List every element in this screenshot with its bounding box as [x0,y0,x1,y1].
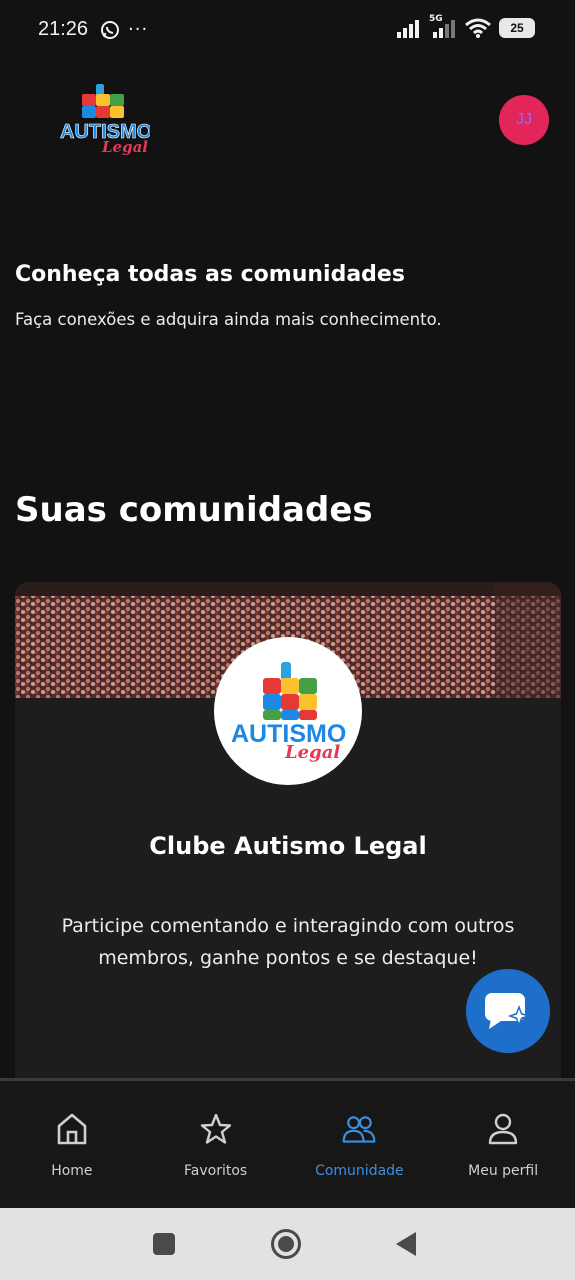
community-icon [341,1109,377,1149]
bottom-navigation: Home Favoritos Comunidade Meu perfil [0,1078,575,1208]
home-icon [54,1109,90,1149]
whatsapp-icon [101,20,119,39]
more-notifications-icon: ··· [128,19,149,40]
status-system-icons: 5G 25 [397,14,535,38]
nav-label-meu-perfil: Meu perfil [468,1163,539,1179]
status-time: 21:26 [38,18,89,40]
signal-5g-icon: 5G [429,14,457,38]
section-title: Suas comunidades [15,490,373,530]
logo-text-sub: Legal [101,138,148,156]
back-icon[interactable] [396,1232,416,1256]
avatar[interactable]: JJ [499,95,549,145]
chat-sparkle-icon [485,993,530,1029]
nav-item-meu-perfil[interactable]: Meu perfil [431,1081,575,1208]
chat-fab-button[interactable] [466,969,550,1053]
battery-indicator: 25 [499,18,535,38]
community-title[interactable]: Clube Autismo Legal [15,832,561,860]
nav-item-home[interactable]: Home [0,1081,144,1208]
app-logo[interactable]: AUTISMO Legal [58,80,153,158]
wifi-icon [465,18,491,38]
nav-item-favoritos[interactable]: Favoritos [144,1081,288,1208]
nav-label-home: Home [51,1163,93,1179]
home-button-icon[interactable] [271,1229,301,1259]
system-navigation-bar [0,1208,575,1280]
signal-icon [397,20,419,38]
nav-label-comunidade: Comunidade [315,1163,404,1179]
profile-icon [485,1109,521,1149]
status-bar: 21:26 ··· 5G 25 [0,0,575,60]
intro-title[interactable]: Conheça todas as comunidades [15,262,405,287]
nav-label-favoritos: Favoritos [184,1163,248,1179]
community-logo-text-sub: Legal [284,742,340,763]
star-icon [198,1109,234,1149]
nav-item-comunidade[interactable]: Comunidade [288,1081,432,1208]
community-description: Participe comentando e interagindo com o… [61,915,515,969]
community-logo: AUTISMO Legal [214,637,362,785]
recent-apps-icon[interactable] [153,1233,175,1255]
status-notifications: ··· [100,19,148,40]
intro-subtitle: Faça conexões e adquira ainda mais conhe… [15,310,442,329]
